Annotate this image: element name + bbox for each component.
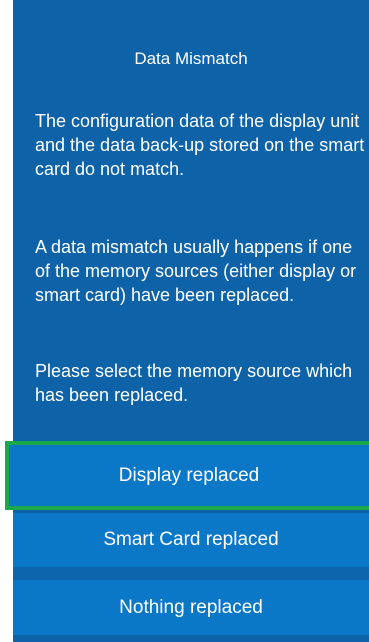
instruction-paragraph: Please select the memory source which ha… <box>35 361 353 405</box>
smart-card-replaced-button[interactable]: Smart Card replaced <box>13 513 369 567</box>
display-replaced-button[interactable]: Display replaced <box>5 441 369 510</box>
button-divider <box>13 567 369 580</box>
dialog-title: Data Mismatch <box>134 49 248 68</box>
description-paragraph-2: A data mismatch usually happens if one o… <box>35 237 357 305</box>
nothing-replaced-button[interactable]: Nothing replaced <box>13 580 369 635</box>
description-paragraph-1: The configuration data of the display un… <box>35 111 365 179</box>
data-mismatch-screen: Data Mismatch The configuration data of … <box>0 0 369 642</box>
